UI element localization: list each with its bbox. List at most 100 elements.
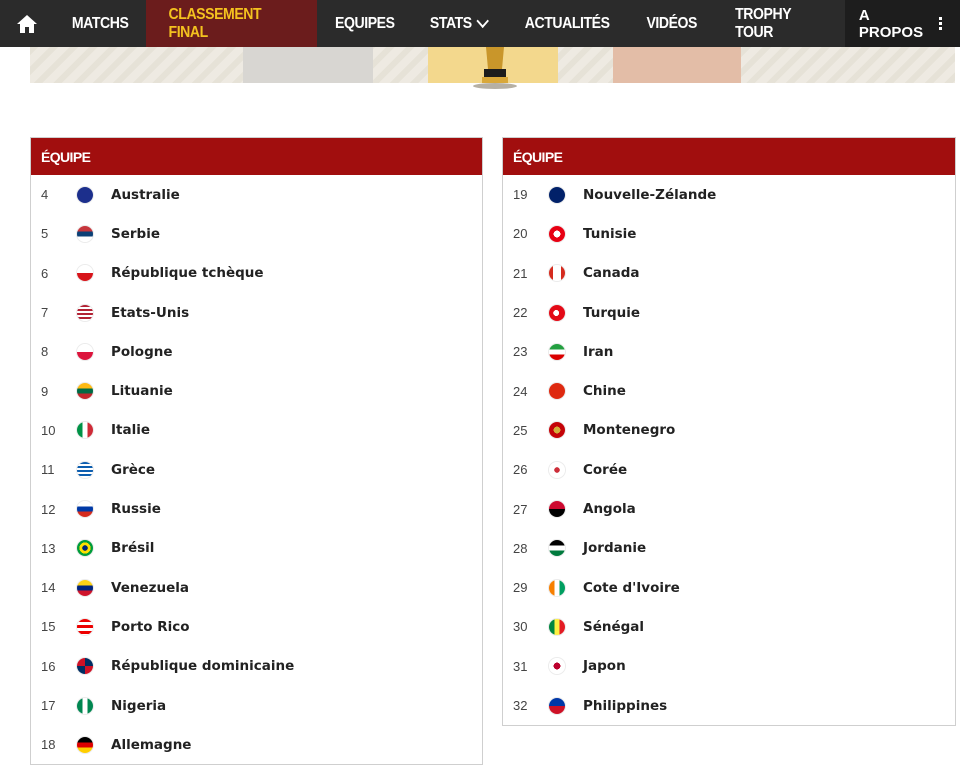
table-row[interactable]: 25 Montenegro [503, 411, 955, 450]
table-row[interactable]: 12 Russie [31, 489, 482, 528]
rank-cell: 13 [41, 540, 56, 556]
team-name[interactable]: Venezuela [111, 580, 189, 596]
team-name[interactable]: Porto Rico [111, 619, 190, 635]
nav-trophy-tour[interactable]: Trophy Tour [722, 0, 837, 47]
table-row[interactable]: 26 Corée [503, 450, 955, 489]
table-row[interactable]: 24 Chine [503, 371, 955, 410]
table-row[interactable]: 21 Canada [503, 254, 955, 293]
table-row[interactable]: 18 Allemagne [31, 725, 482, 764]
team-name[interactable]: Sénégal [583, 619, 644, 635]
table-header: ÉQUIPE [503, 138, 955, 175]
rank-cell: 17 [41, 698, 56, 713]
flag-icon [77, 736, 93, 753]
table-row[interactable]: 20 Tunisie [503, 214, 955, 253]
table-row[interactable]: 4 Australie [31, 175, 482, 214]
table-row[interactable]: 30 Sénégal [503, 607, 955, 646]
team-name[interactable]: Angola [583, 501, 636, 517]
table-row[interactable]: 16 République dominicaine [31, 647, 482, 686]
team-name[interactable]: Iran [583, 344, 613, 360]
flag-icon [77, 618, 93, 635]
table-row[interactable]: 10 Italie [31, 411, 482, 450]
table-row[interactable]: 8 Pologne [31, 332, 482, 371]
table-row[interactable]: 22 Turquie [503, 293, 955, 332]
rank-cell: 12 [41, 501, 56, 517]
home-button[interactable] [0, 0, 54, 47]
team-name[interactable]: Japon [583, 658, 626, 674]
flag-icon [77, 343, 93, 360]
flag-icon [549, 697, 565, 714]
nav-videos[interactable]: Vidéos [634, 0, 709, 47]
table-row[interactable]: 28 Jordanie [503, 529, 955, 568]
team-name[interactable]: Cote d'Ivoire [583, 580, 680, 596]
team-name[interactable]: Tunisie [583, 226, 636, 242]
rank-cell: 21 [513, 265, 528, 281]
nav-stats[interactable]: Stats [418, 0, 499, 47]
team-name[interactable]: Philippines [583, 698, 667, 714]
team-name[interactable]: Serbie [111, 226, 160, 242]
rank-cell: 25 [513, 422, 528, 438]
table-body: 19 Nouvelle-Zélande 20 Tunisie 21 Canada 22 Tur… [503, 175, 955, 725]
team-name[interactable]: Etats-Unis [111, 305, 189, 321]
team-name[interactable]: Nouvelle-Zélande [583, 187, 716, 203]
team-name[interactable]: Grèce [111, 462, 155, 478]
rank-cell: 27 [513, 501, 528, 517]
table-row[interactable]: 23 Iran [503, 332, 955, 371]
team-name[interactable]: Pologne [111, 344, 173, 360]
table-row[interactable]: 17 Nigeria [31, 686, 482, 725]
table-row[interactable]: 27 Angola [503, 489, 955, 528]
flag-icon [77, 422, 93, 439]
rank-cell: 9 [41, 383, 49, 399]
rank-cell: 19 [513, 187, 528, 203]
flag-icon [77, 579, 93, 596]
table-row[interactable]: 19 Nouvelle-Zélande [503, 175, 955, 214]
table-row[interactable]: 15 Porto Rico [31, 607, 482, 646]
team-name[interactable]: Australie [111, 187, 180, 203]
table-row[interactable]: 13 Brésil [31, 529, 482, 568]
ranking-table-left: ÉQUIPE 4 Australie 5 Serbie 6 République tchè… [30, 137, 483, 766]
team-name[interactable]: République tchèque [111, 265, 264, 281]
rank-cell: 15 [41, 619, 56, 635]
team-name[interactable]: Jordanie [583, 540, 646, 556]
team-name[interactable]: Allemagne [111, 737, 191, 753]
table-row[interactable]: 31 Japon [503, 647, 955, 686]
table-row[interactable]: 29 Cote d'Ivoire [503, 568, 955, 607]
team-name[interactable]: Nigeria [111, 698, 166, 714]
nav-classement-final[interactable]: Classement final [146, 0, 317, 47]
team-name[interactable]: Italie [111, 422, 150, 438]
flag-icon [77, 304, 93, 321]
nav-a-propos[interactable]: A propos [844, 0, 960, 47]
flag-icon [549, 618, 565, 635]
team-name[interactable]: Brésil [111, 540, 154, 556]
table-row[interactable]: 9 Lituanie [31, 371, 482, 410]
flag-icon [549, 383, 565, 400]
ranking-table-right: ÉQUIPE 19 Nouvelle-Zélande 20 Tunisie 21 Cana… [502, 137, 956, 727]
nav-equipes[interactable]: Equipes [322, 0, 406, 47]
rank-cell: 30 [513, 619, 528, 635]
team-name[interactable]: Chine [583, 383, 626, 399]
nav-actualites[interactable]: Actualités [512, 0, 621, 47]
table-row[interactable]: 32 Philippines [503, 686, 955, 725]
table-row[interactable]: 5 Serbie [31, 214, 482, 253]
team-name[interactable]: Turquie [583, 305, 640, 321]
chevron-down-icon [476, 13, 489, 29]
team-name[interactable]: Russie [111, 501, 161, 517]
rank-cell: 11 [41, 462, 55, 478]
team-name[interactable]: Canada [583, 265, 640, 281]
nav-matchs[interactable]: Matchs [59, 0, 140, 47]
team-name[interactable]: République dominicaine [111, 658, 294, 674]
rank-cell: 5 [41, 226, 49, 242]
table-row[interactable]: 11 Grèce [31, 450, 482, 489]
table-row[interactable]: 7 Etats-Unis [31, 293, 482, 332]
rank-cell: 18 [41, 737, 56, 753]
table-row[interactable]: 6 République tchèque [31, 254, 482, 293]
banner-panel [613, 47, 741, 83]
team-name[interactable]: Corée [583, 462, 627, 478]
banner-panel [243, 47, 373, 83]
team-name[interactable]: Montenegro [583, 422, 675, 438]
table-row[interactable]: 14 Venezuela [31, 568, 482, 607]
top-nav: Matchs Classement final Equipes Stats Ac… [0, 0, 960, 47]
team-name[interactable]: Lituanie [111, 383, 173, 399]
home-icon [16, 14, 37, 33]
nav-a-propos-label: A propos [858, 6, 924, 41]
rank-cell: 8 [41, 344, 49, 360]
